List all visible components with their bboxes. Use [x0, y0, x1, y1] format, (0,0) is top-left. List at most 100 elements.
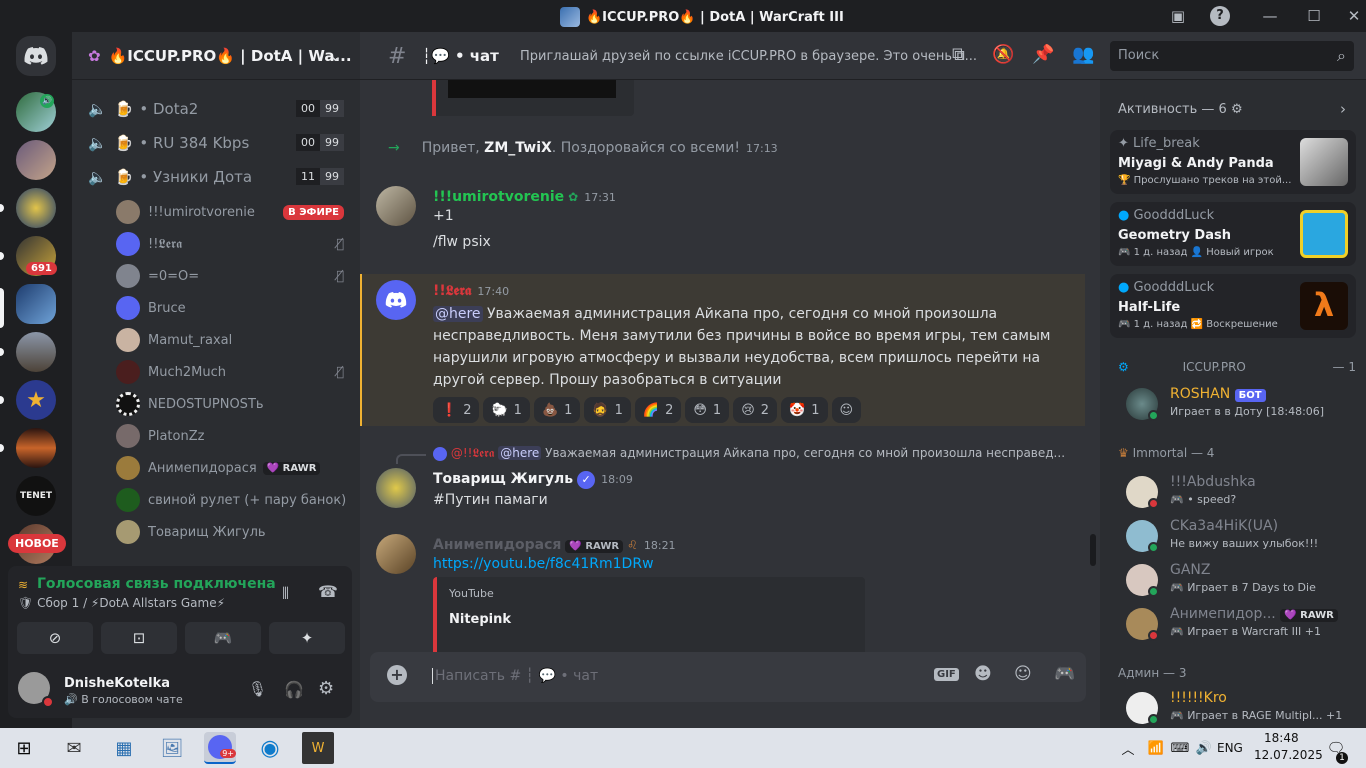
reply-preview[interactable]: @!!𝕷𝖊𝖗𝖆 @here Уважаемая администрация Ай… — [433, 446, 1073, 461]
camera-button[interactable]: ⊘ — [17, 622, 93, 654]
add-attachment-icon[interactable]: + — [387, 665, 407, 685]
discord-taskbar-icon[interactable]: 9+ — [204, 732, 236, 764]
title-bar: 🔥ICCUP.PRO🔥 | DotA | WarCraft III ▣ ? — … — [0, 0, 1366, 32]
voice-user[interactable]: Mamut_raxal — [116, 326, 352, 354]
chevron-right-icon[interactable]: › — [1340, 100, 1346, 118]
embed-author[interactable]: Nitepink — [449, 612, 853, 627]
noise-suppression-icon[interactable]: ⦀ — [282, 584, 289, 604]
reaction[interactable]: 🐑 1 — [483, 397, 530, 423]
voice-user[interactable]: Товарищ Жигуль — [116, 518, 352, 546]
search-input[interactable]: Поиск ⌕ — [1110, 41, 1354, 71]
new-badge[interactable]: НОВОЕ — [8, 534, 66, 553]
reaction[interactable]: 🧔 1 — [584, 397, 631, 423]
avatar — [116, 264, 140, 288]
photos-icon[interactable]: 🖼 — [156, 732, 188, 764]
member-item[interactable]: !!!Abdushka 🎮 • speed? — [1126, 474, 1356, 514]
activity-card[interactable]: ● GoodddLuck Geometry Dash 🎮 1 д. назад … — [1110, 202, 1356, 266]
clock-time[interactable]: 18:48 — [1264, 731, 1299, 745]
reaction[interactable]: 😳 1 — [685, 397, 730, 423]
avatar[interactable] — [376, 280, 416, 320]
server-badge-icon: ✿ — [88, 46, 101, 65]
message-author[interactable]: Анимепидорася — [433, 537, 561, 553]
activity-card[interactable]: ✦ Life_break Miyagi & Andy Panda 🏆 Просл… — [1110, 130, 1356, 194]
server-icon-tenet[interactable]: TENET — [16, 476, 56, 516]
voice-status[interactable]: Голосовая связь подключена — [37, 576, 276, 592]
mail-icon[interactable]: ✉ — [58, 732, 90, 764]
pin-icon[interactable]: 📌 — [1032, 44, 1054, 65]
message-author[interactable]: Товарищ Жигуль — [433, 471, 573, 487]
message-composer[interactable]: + Написать # ┆ 💬 • чат GIF ☻ ☺ 🎮 — [370, 652, 1086, 702]
help-icon[interactable]: ? — [1210, 6, 1230, 26]
server-icon-2[interactable] — [16, 140, 56, 180]
voice-channel[interactable]: 🔈 🍺 • Узники Дота 11 99 — [88, 162, 352, 192]
member-item[interactable]: Анимепидор... 💜 RAWR 🎮 Играет в Warcraft… — [1126, 606, 1356, 646]
message-author[interactable]: !!𝕷𝖊𝖗𝖆 — [433, 283, 471, 299]
voice-user[interactable]: =0=O= 🎙̸ — [116, 262, 352, 290]
close-button[interactable]: ✕ — [1342, 4, 1366, 28]
avatar[interactable] — [376, 186, 416, 226]
server-icon-active[interactable] — [16, 284, 56, 324]
voice-user[interactable]: PlatonZz — [116, 422, 352, 450]
member-item[interactable]: !!!!!!Kro 🎮 Играет в RAGE Multipl... +1 — [1126, 690, 1356, 728]
discord-home-icon[interactable] — [16, 36, 56, 76]
voice-channel[interactable]: 🔈 🍺 • Dota2 00 99 — [88, 94, 352, 124]
headphones-icon[interactable]: 🎧 — [284, 680, 304, 699]
threads-icon[interactable]: ⧉ — [952, 44, 965, 65]
warcraft-icon[interactable]: W — [302, 732, 334, 764]
message-author[interactable]: !!!umirotvorenie — [433, 189, 564, 205]
server-icon-7[interactable]: ★ — [16, 380, 56, 420]
members-icon[interactable]: 👥 — [1072, 44, 1094, 65]
avatar[interactable] — [376, 534, 416, 574]
avatar[interactable] — [376, 468, 416, 508]
activity-header[interactable]: Активность — 6 ⚙ — [1118, 102, 1243, 117]
message-input[interactable]: Написать # ┆ 💬 • чат — [432, 668, 598, 684]
voice-channel-info[interactable]: 🛡 Сбор 1 / ⚡DotA Allstars Game⚡ — [18, 596, 225, 610]
channel-topic[interactable]: Приглашай друзей по ссылке iCCUP.PRO в б… — [520, 49, 977, 64]
screen-share-button[interactable]: ⊡ — [101, 622, 177, 654]
language-indicator[interactable]: ENG — [1217, 741, 1243, 755]
disconnect-icon[interactable]: ☎ — [318, 582, 338, 601]
reaction[interactable]: 😢 2 — [733, 397, 778, 423]
gif-icon[interactable]: GIF — [934, 668, 959, 681]
member-item[interactable]: CKa3a4HiK(UA) Не вижу ваших улыбок!!! — [1126, 518, 1356, 558]
server-header[interactable]: ✿ 🔥ICCUP.PRO🔥 | DotA | Wa... ⌄ — [72, 32, 360, 80]
reaction[interactable]: 🤡 1 — [781, 397, 828, 423]
scrollbar-thumb[interactable] — [1090, 534, 1096, 566]
reaction[interactable]: 💩 1 — [533, 397, 581, 423]
server-icon-8[interactable] — [16, 428, 56, 468]
voice-user[interactable]: свиной рулет (+ пару банок) — [116, 486, 352, 514]
notification-muted-icon[interactable]: 🔕 — [992, 44, 1014, 65]
mic-icon[interactable]: 🎙 — [248, 680, 267, 698]
server-icon-3[interactable] — [16, 188, 56, 228]
start-button[interactable]: ⊞ — [8, 732, 40, 764]
emoji-icon[interactable]: ☺ — [1014, 664, 1032, 684]
voice-user[interactable]: !!!umirotvorenie В ЭФИРЕ — [116, 198, 352, 226]
member-item[interactable]: ROSHAN БОТ Играет в в Доту [18:48:06] — [1126, 386, 1356, 426]
voice-user[interactable]: !!𝕷𝖊𝖗𝖆 🎙̸ — [116, 230, 352, 258]
activity-card[interactable]: ● GoodddLuck Half-Life 🎮 1 д. назад 🔁 Во… — [1110, 274, 1356, 338]
reaction[interactable]: ❗ 2 — [433, 397, 480, 423]
message-link[interactable]: https://youtu.be/f8c41Rm1DRw — [433, 553, 1073, 575]
server-icon-6[interactable] — [16, 332, 56, 372]
add-reaction-button[interactable]: ☺ — [831, 397, 862, 423]
volume-icon[interactable]: 🔊 — [1188, 732, 1220, 764]
settings-icon[interactable]: ⚙ — [318, 678, 334, 699]
soundboard-button[interactable]: ✦ — [269, 622, 345, 654]
inbox-icon[interactable]: ▣ — [1166, 4, 1190, 28]
here-mention[interactable]: @here — [433, 306, 483, 322]
voice-channel[interactable]: 🔈 🍺 • RU 384 Kbps 00 99 — [88, 128, 352, 158]
reaction[interactable]: 🌈 2 — [634, 397, 682, 423]
game-controller-icon[interactable]: 🎮 — [1054, 664, 1075, 684]
edge-icon[interactable]: ◉ — [254, 732, 286, 764]
calculator-icon[interactable]: ▦ — [108, 732, 140, 764]
maximize-button[interactable]: ☐ — [1302, 4, 1326, 28]
voice-user[interactable]: Much2Much 🎙̸ — [116, 358, 352, 386]
voice-user[interactable]: Анимепидорася 💜 RAWR — [116, 454, 352, 482]
voice-user[interactable]: Bruce — [116, 294, 352, 322]
voice-user[interactable]: NEDOSTUPNOSTь — [116, 390, 352, 418]
sticker-icon[interactable]: ☻ — [974, 664, 992, 684]
member-item[interactable]: GANZ 🎮 Играет в 7 Days to Die — [1126, 562, 1356, 602]
clock-date[interactable]: 12.07.2025 — [1254, 748, 1323, 762]
minimize-button[interactable]: — — [1258, 4, 1282, 28]
activity-button[interactable]: 🎮 — [185, 622, 261, 654]
